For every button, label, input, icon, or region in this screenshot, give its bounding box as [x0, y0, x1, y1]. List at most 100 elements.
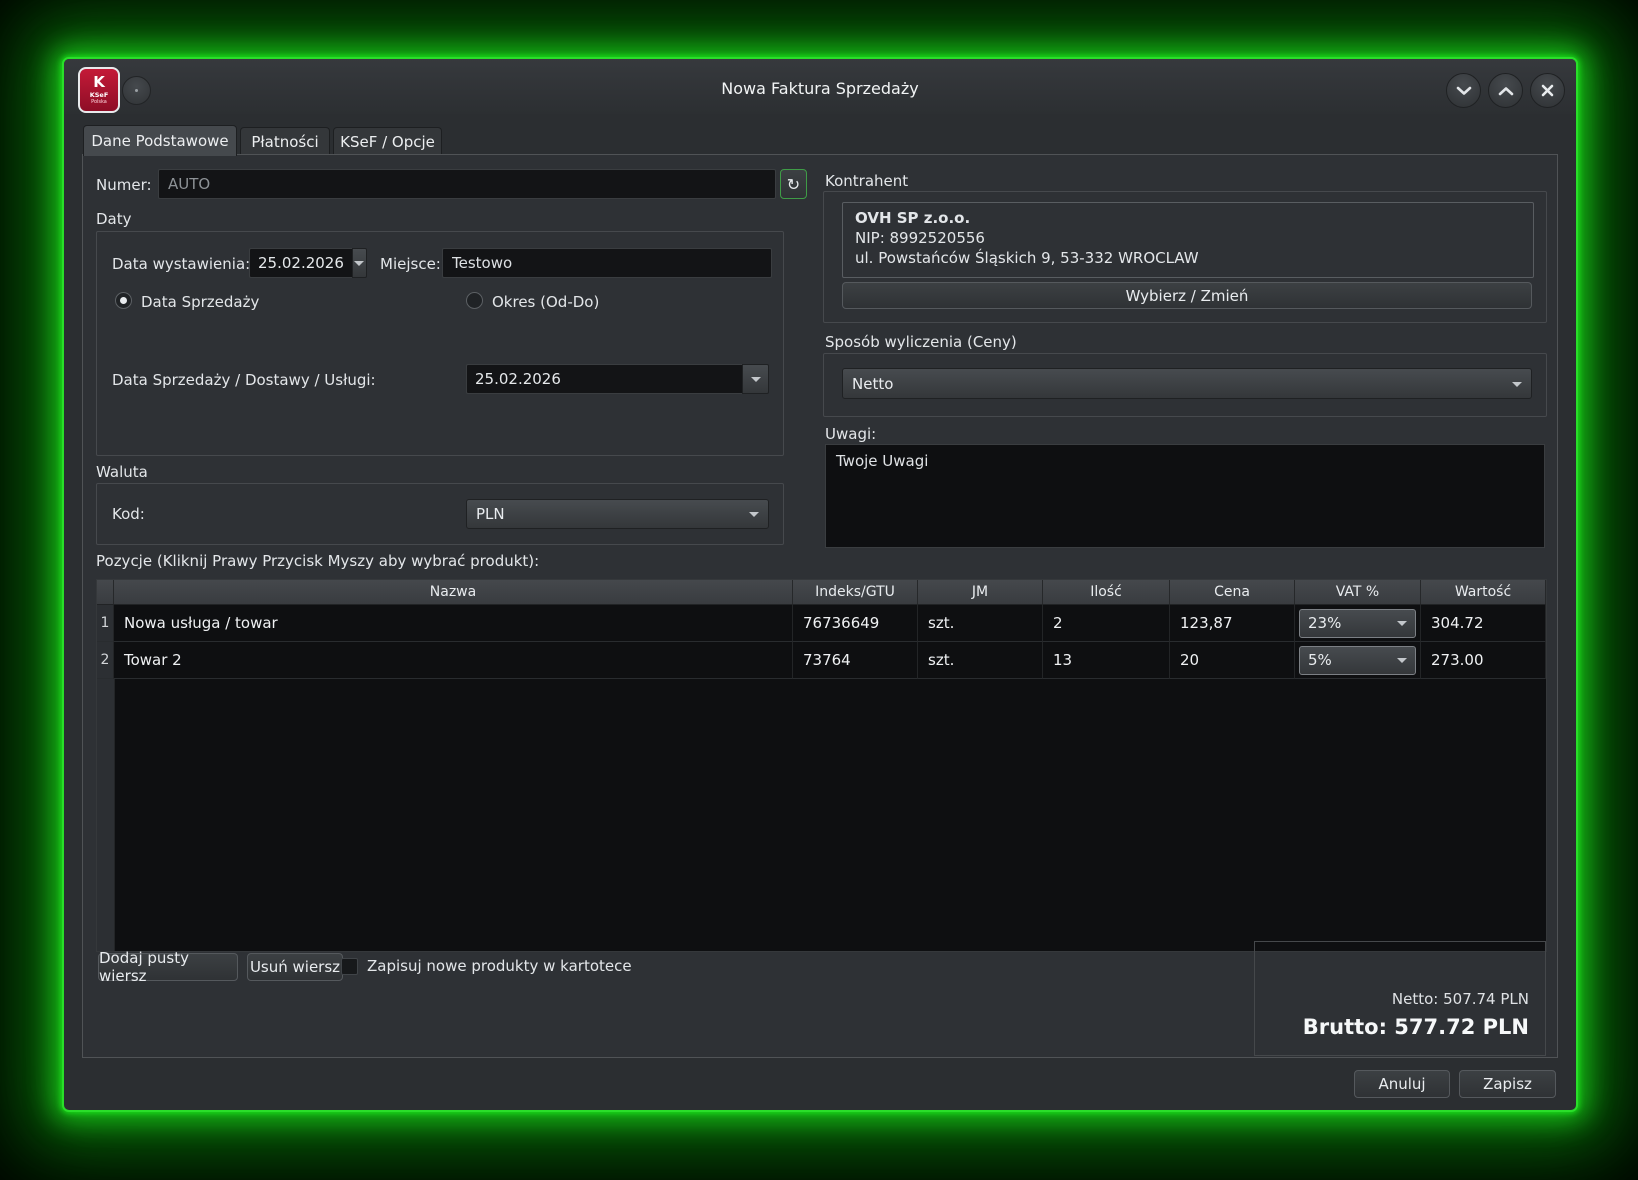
kontrahent-address: ul. Powstańców Śląskich 9, 53-332 WROCLA…	[855, 249, 1199, 267]
data-wystawienia-label: Data wystawienia:	[112, 255, 250, 273]
miejsce-label: Miejsce:	[380, 255, 441, 273]
cell-cena[interactable]: 123,87	[1170, 605, 1295, 642]
radio-okres-od-do[interactable]	[466, 292, 483, 309]
save-products-checkbox[interactable]	[341, 958, 358, 975]
sposob-select[interactable]: Netto	[842, 368, 1532, 399]
numer-input[interactable]	[158, 169, 776, 199]
cell-vat: 23%	[1295, 605, 1421, 642]
table-row: 1 Nowa usługa / towar 76736649 szt. 2 12…	[97, 605, 1546, 642]
tab-dane-podstawowe[interactable]: Dane Podstawowe	[83, 125, 237, 156]
tab-content-panel: Numer: ↻ Daty Data wystawienia: 25.02.20…	[82, 154, 1558, 1058]
tab-platnosci[interactable]: Płatności	[240, 127, 330, 156]
tab-label: Płatności	[251, 133, 318, 151]
maximize-button[interactable]	[1488, 73, 1523, 108]
table-empty-area	[97, 679, 1546, 951]
cell-cena[interactable]: 20	[1170, 642, 1295, 679]
row-number[interactable]: 1	[97, 605, 114, 642]
tab-label: Dane Podstawowe	[91, 132, 228, 150]
col-cena[interactable]: Cena	[1170, 580, 1295, 605]
cell-wartosc[interactable]: 304.72	[1421, 605, 1546, 642]
close-icon	[1541, 84, 1554, 97]
col-ilosc[interactable]: Ilość	[1043, 580, 1170, 605]
save-button[interactable]: Zapisz	[1459, 1070, 1556, 1098]
data-wystawienia-picker[interactable]: 25.02.2026	[249, 248, 367, 278]
cell-vat: 5%	[1295, 642, 1421, 679]
chevron-down-icon	[751, 377, 761, 382]
vat-value: 23%	[1308, 614, 1341, 632]
radio-data-sprzedazy-label[interactable]: Data Sprzedaży	[141, 293, 259, 311]
sposob-groupbox: Netto	[823, 353, 1547, 417]
chevron-down-icon	[1456, 86, 1472, 96]
cell-jm[interactable]: szt.	[918, 605, 1043, 642]
cell-nazwa[interactable]: Nowa usługa / towar	[114, 605, 793, 642]
totals-box: Netto: 507.74 PLN Brutto: 577.72 PLN	[1254, 941, 1546, 1056]
save-products-checkbox-label[interactable]: Zapisuj nowe produkty w kartotece	[367, 957, 632, 975]
close-button[interactable]	[1530, 73, 1565, 108]
kontrahent-nip: NIP: 8992520556	[855, 229, 985, 247]
cancel-button[interactable]: Anuluj	[1354, 1070, 1450, 1098]
chevron-down-icon	[354, 261, 364, 266]
remove-row-button[interactable]: Usuń wiersz	[247, 953, 343, 981]
data-sprzedazy-label: Data Sprzedaży / Dostawy / Usługi:	[112, 371, 376, 389]
chevron-down-icon	[1397, 658, 1407, 663]
col-wartosc[interactable]: Wartość	[1421, 580, 1546, 605]
titlebar: K KSeF Polska Nowa Faktura Sprzedaży	[64, 59, 1576, 114]
cell-ilosc[interactable]: 2	[1043, 605, 1170, 642]
radio-data-sprzedazy[interactable]	[115, 292, 132, 309]
data-wystawienia-dropdown-button[interactable]	[352, 248, 367, 278]
tab-label: KSeF / Opcje	[340, 133, 435, 151]
uwagi-textarea[interactable]: Twoje Uwagi	[825, 444, 1545, 548]
refresh-number-button[interactable]: ↻	[780, 169, 807, 199]
data-sprzedazy-value[interactable]: 25.02.2026	[466, 364, 742, 394]
row-number[interactable]: 2	[97, 642, 114, 679]
sposob-value: Netto	[852, 375, 893, 393]
data-wystawienia-value[interactable]: 25.02.2026	[249, 248, 352, 278]
vat-select[interactable]: 5%	[1299, 646, 1416, 675]
pozycje-label: Pozycje (Kliknij Prawy Przycisk Myszy ab…	[96, 552, 539, 570]
cell-jm[interactable]: szt.	[918, 642, 1043, 679]
pozycje-table: Nazwa Indeks/GTU JM Ilość Cena VAT % War…	[96, 579, 1547, 952]
radio-okres-od-do-label[interactable]: Okres (Od-Do)	[492, 293, 599, 311]
chevron-down-icon	[1397, 621, 1407, 626]
cell-wartosc[interactable]: 273.00	[1421, 642, 1546, 679]
cell-nazwa[interactable]: Towar 2	[114, 642, 793, 679]
tab-ksef-opcje[interactable]: KSeF / Opcje	[333, 127, 442, 156]
miejsce-input[interactable]	[442, 248, 772, 278]
cell-indeks[interactable]: 76736649	[793, 605, 918, 642]
col-indeks[interactable]: Indeks/GTU	[793, 580, 918, 605]
data-sprzedazy-picker[interactable]: 25.02.2026	[466, 364, 769, 394]
chevron-down-icon	[1512, 382, 1522, 387]
refresh-icon: ↻	[787, 175, 800, 194]
add-row-button[interactable]: Dodaj pusty wiersz	[98, 953, 238, 981]
sposob-group-label: Sposób wyliczenia (Ceny)	[825, 333, 1017, 351]
data-sprzedazy-dropdown-button[interactable]	[742, 364, 769, 394]
table-header-row: Nazwa Indeks/GTU JM Ilość Cena VAT % War…	[97, 580, 1546, 605]
kontrahent-group-label: Kontrahent	[825, 172, 908, 190]
waluta-group-label: Waluta	[96, 463, 148, 481]
col-nazwa[interactable]: Nazwa	[114, 580, 793, 605]
invoice-window: K KSeF Polska Nowa Faktura Sprzedaży Dan…	[62, 57, 1578, 1112]
kontrahent-groupbox: OVH SP z.o.o. NIP: 8992520556 ul. Powsta…	[823, 191, 1547, 323]
brutto-total: Brutto: 577.72 PLN	[1303, 1015, 1529, 1039]
currency-select[interactable]: PLN	[466, 499, 769, 529]
numer-label: Numer:	[96, 176, 152, 194]
col-jm[interactable]: JM	[918, 580, 1043, 605]
chevron-down-icon	[749, 512, 759, 517]
logo-subtext: Polska	[91, 100, 107, 105]
col-vat[interactable]: VAT %	[1295, 580, 1421, 605]
uwagi-label: Uwagi:	[825, 425, 876, 443]
cell-indeks[interactable]: 73764	[793, 642, 918, 679]
kod-label: Kod:	[112, 505, 145, 523]
kontrahent-info-box: OVH SP z.o.o. NIP: 8992520556 ul. Powsta…	[842, 202, 1534, 278]
daty-group-label: Daty	[96, 210, 132, 228]
row-header-strip	[97, 679, 115, 951]
vat-value: 5%	[1308, 651, 1332, 669]
currency-value: PLN	[476, 505, 505, 523]
daty-groupbox: Data wystawienia: 25.02.2026 Miejsce: Da…	[96, 231, 784, 456]
minimize-button[interactable]	[1446, 73, 1481, 108]
cell-ilosc[interactable]: 13	[1043, 642, 1170, 679]
vat-select[interactable]: 23%	[1299, 609, 1416, 638]
table-row: 2 Towar 2 73764 szt. 13 20 5% 273.00	[97, 642, 1546, 679]
wybierz-zmien-button[interactable]: Wybierz / Zmień	[842, 282, 1532, 309]
kontrahent-name: OVH SP z.o.o.	[855, 209, 970, 227]
